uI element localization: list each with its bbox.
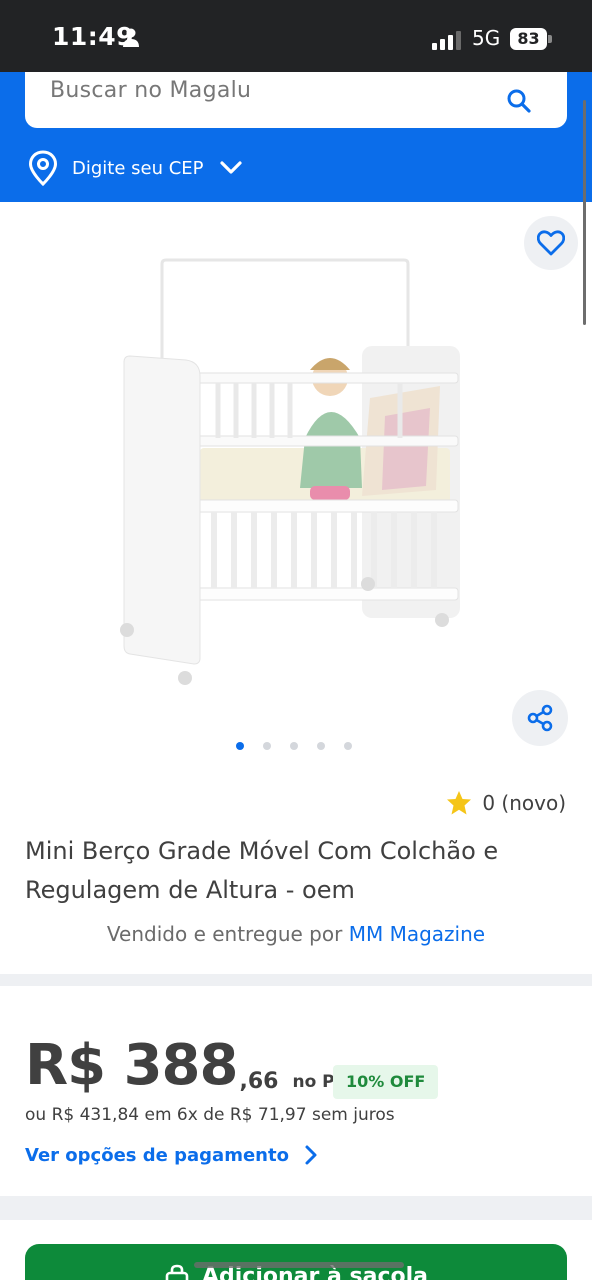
- installments-text: ou R$ 431,84 em 6x de R$ 71,97 sem juros: [25, 1105, 395, 1125]
- share-icon: [527, 704, 553, 732]
- chevron-right-icon: [305, 1145, 317, 1165]
- discount-badge: 10% OFF: [333, 1065, 439, 1099]
- seller-link[interactable]: MM Magazine: [349, 922, 485, 946]
- rating[interactable]: 0 (novo): [446, 790, 566, 816]
- gallery-dot[interactable]: [290, 742, 298, 750]
- cep-label: Digite seu CEP: [72, 157, 204, 179]
- person-icon: [123, 28, 139, 47]
- signal-icon: [432, 31, 461, 50]
- pin-icon: [28, 150, 58, 186]
- section-divider: [0, 1196, 592, 1220]
- status-bar: 11:49 5G 83: [0, 0, 592, 72]
- search-bar[interactable]: Buscar no Magalu: [25, 72, 567, 128]
- gallery-dot[interactable]: [263, 742, 271, 750]
- scrollbar[interactable]: [583, 100, 586, 325]
- heart-icon: [537, 230, 565, 256]
- payment-options-label: Ver opções de pagamento: [25, 1144, 289, 1166]
- price-row: R$ 388 ,66 no Pix: [25, 1035, 351, 1097]
- seller-info: Vendido e entregue por MM Magazine: [0, 922, 592, 946]
- gallery-dot[interactable]: [317, 742, 325, 750]
- battery-tip: [548, 35, 552, 43]
- gallery-dot[interactable]: [344, 742, 352, 750]
- gallery-dot-active[interactable]: [236, 742, 244, 750]
- price-cents: ,66: [239, 1069, 279, 1094]
- seller-prefix: Vendido e entregue por: [106, 922, 343, 946]
- chevron-down-icon: [219, 161, 242, 174]
- product-gallery[interactable]: [0, 202, 592, 772]
- battery-level: 83: [510, 28, 547, 50]
- product-image: [120, 258, 460, 685]
- product-title: Mini Berço Grade Móvel Com Colchão e Reg…: [25, 837, 499, 904]
- share-button[interactable]: [512, 690, 568, 746]
- price-main: R$ 388: [25, 1033, 238, 1098]
- search-icon[interactable]: [506, 88, 532, 114]
- star-icon: [447, 791, 472, 815]
- favorite-button[interactable]: [524, 216, 578, 270]
- cep-selector[interactable]: Digite seu CEP: [28, 150, 244, 186]
- home-indicator[interactable]: [194, 1262, 404, 1268]
- network-label: 5G: [472, 26, 501, 50]
- bag-icon: [165, 1264, 189, 1280]
- battery-indicator: 83: [510, 28, 552, 50]
- section-divider: [0, 974, 592, 986]
- app-header: Buscar no Magalu Digite seu CEP: [0, 72, 592, 202]
- payment-options-link[interactable]: Ver opções de pagamento: [25, 1144, 319, 1166]
- search-input[interactable]: Buscar no Magalu: [50, 78, 251, 103]
- gallery-pagination[interactable]: [236, 742, 352, 750]
- rating-text: 0 (novo): [482, 791, 566, 815]
